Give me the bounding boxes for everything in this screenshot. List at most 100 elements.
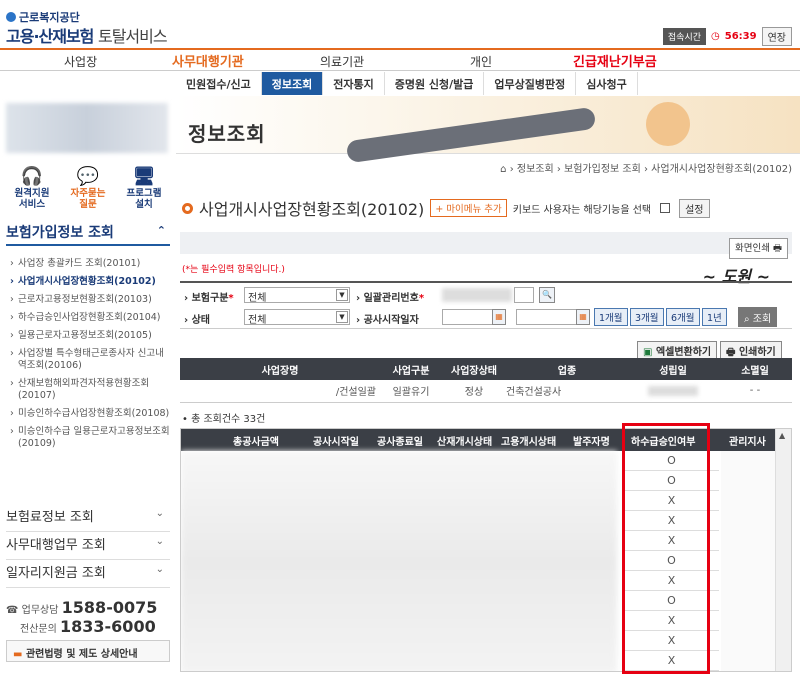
sidebar-item[interactable]: 산재보험해외파견자적용현황조회(20107) [10, 378, 172, 402]
result-count: • 총 조회건수 33건 [182, 414, 266, 425]
topnav-personal[interactable]: 개인 [470, 53, 492, 70]
chevron-down-icon: ▼ [336, 289, 348, 301]
cell-established [628, 380, 718, 403]
tab-certificate[interactable]: 증명원 신청/발급 [385, 72, 485, 95]
phone-icon: ☎ [6, 605, 19, 616]
sidebar-item[interactable]: 일용근로자고용정보조회(20105) [10, 330, 172, 342]
page-title-row: 사업개시사업장현황조회(20102) + 마이메뉴 추가 키보드 사용자는 해당… [182, 196, 710, 220]
mgmt-number-input[interactable] [514, 287, 534, 303]
chevron-down-icon: ⌄ [155, 508, 164, 519]
period-1y-button[interactable]: 1년 [702, 308, 727, 326]
contact-info: ☎ 업무상담 1588-0075 전산문의 1833-6000 [6, 598, 158, 636]
grid-scrollbar[interactable]: ▲ [775, 429, 791, 671]
highlight-box [622, 423, 710, 674]
period-1m-button[interactable]: 1개월 [594, 308, 628, 326]
period-3m-button[interactable]: 3개월 [630, 308, 664, 326]
quick-faq[interactable]: 💬 자주묻는 질문 [62, 166, 114, 210]
cell-industry: 건축건설공사 [506, 380, 628, 403]
table-row[interactable]: /건설일괄 일괄유기 정상 건축건설공사 - - [180, 380, 792, 403]
col-industry: 업종 [506, 358, 628, 380]
user-info-redacted [6, 103, 168, 153]
session-timer: 56:39 [724, 31, 757, 42]
tab-info[interactable]: 정보조회 [261, 72, 324, 95]
tab-review[interactable]: 심사청구 [576, 72, 638, 95]
law-link[interactable]: ▬ 관련법령 및 제도 상세안내 [6, 640, 170, 662]
sidebar-subsidy[interactable]: 일자리지원금 조회 ⌄ [6, 562, 170, 588]
chevron-up-icon: ⌃ [156, 224, 166, 237]
sidebar-agency[interactable]: 사무대행업무 조회 ⌄ [6, 534, 170, 560]
period-6m-button[interactable]: 6개월 [666, 308, 700, 326]
table-header-row: 사업장명 사업구분 사업장상태 업종 성립일 소멸일 [180, 358, 792, 380]
required-note: (*는 필수입력 항목입니다.) [182, 265, 285, 275]
girl-illustration [646, 102, 690, 146]
col-established: 성립일 [628, 358, 718, 380]
cell-status: 정상 [442, 380, 506, 403]
search-form: › 보험구분* 전체 ▼ › 일괄관리번호* 🔍 › 상태 전체 ▼ › 공사시작일… [180, 281, 792, 329]
grid-col-end: 공사종료일 [377, 437, 423, 448]
extend-button[interactable]: 연장 [761, 27, 792, 46]
top-nav: 사업장 사무대행기관 의료기관 개인 긴급재난기부금 [0, 48, 800, 71]
sidebar-section-title[interactable]: 보험가입정보 조회 ⌃ [6, 222, 170, 246]
search-icon[interactable]: 🔍 [539, 287, 555, 303]
setting-button[interactable]: 설정 [679, 198, 710, 218]
sub-nav: 민원접수/신고 정보조회 전자통지 증명원 신청/발급 업무상질병판정 심사청구 [176, 72, 638, 95]
printer-icon: 🖶 [726, 347, 736, 358]
cell-workplace-name: /건설일괄 [180, 380, 380, 403]
sidebar-item[interactable]: 미승인하수급 일용근로자고용정보조회(20109) [10, 426, 172, 450]
page-title: 사업개시사업장현황조회(20102) [199, 200, 425, 219]
col-business-type: 사업구분 [380, 358, 442, 380]
tab-notice[interactable]: 전자통지 [323, 72, 385, 95]
topnav-agency[interactable]: 사무대행기관 [172, 51, 244, 70]
keyboard-checkbox[interactable] [660, 203, 671, 213]
quick-remote[interactable]: 🎧 원격지원 서비스 [6, 166, 58, 210]
insurance-select[interactable]: 전체 ▼ [244, 287, 350, 304]
phone2: 1833-6000 [60, 617, 156, 636]
cell-business-type: 일괄유기 [380, 380, 442, 403]
search-icon: ⌕ [744, 314, 750, 325]
sidebar-item[interactable]: 사업장별 특수형태근로종사자 신고내역조회(20106) [10, 348, 172, 372]
chevron-down-icon: ⌄ [155, 536, 164, 547]
site-title[interactable]: 고용·산재보험 토탈서비스 [6, 23, 168, 47]
logo-mark-icon [6, 12, 16, 22]
sidebar-premium[interactable]: 보험료정보 조회 ⌄ [6, 506, 170, 532]
sidebar-item[interactable]: 사업장 총괄카드 조회(20101) [10, 258, 172, 270]
home-icon[interactable]: ⌂ [500, 164, 506, 175]
mgmt-label: › 일괄관리번호* [356, 293, 425, 304]
chevron-down-icon: ⌄ [155, 564, 164, 575]
book-icon: ▬ [13, 649, 23, 660]
col-status: 사업장상태 [442, 358, 506, 380]
quick-program[interactable]: 🖥 프로그램 설치 [118, 166, 170, 210]
sidebar-item[interactable]: 근로자고용정보현황조회(20103) [10, 294, 172, 306]
topnav-workplace[interactable]: 사업장 [64, 53, 97, 70]
sidebar-list: 사업장 총괄카드 조회(20101) 사업개시사업장현황조회(20102) 근로… [10, 258, 172, 456]
session-area: 접속시간 ◷ 56:39 연장 [662, 27, 792, 46]
quick-links: 🎧 원격지원 서비스 💬 자주묻는 질문 🖥 프로그램 설치 [6, 166, 170, 210]
toolbar-band [180, 232, 792, 254]
sidebar-item-active[interactable]: 사업개시사업장현황조회(20102) [10, 276, 172, 288]
print-screen-button[interactable]: 화면인쇄 🖶 [729, 238, 788, 259]
tab-disease[interactable]: 업무상질병판정 [484, 72, 577, 95]
insurance-label: › 보험구분* [184, 293, 234, 304]
page-banner: 정보조회 [176, 96, 800, 164]
headset-icon: 🎧 [20, 166, 44, 187]
sidebar-item[interactable]: 하수급승인사업장현황조회(20104) [10, 312, 172, 324]
sidebar-item[interactable]: 미승인하수급사업장현황조회(20108) [10, 408, 172, 420]
chat-icon: 💬 [76, 166, 100, 187]
tab-civil[interactable]: 민원접수/신고 [176, 72, 262, 95]
scroll-up-icon[interactable]: ▲ [779, 431, 785, 440]
site-title-sub: 토탈서비스 [97, 27, 168, 46]
branch-column [721, 451, 775, 671]
phone1: 1588-0075 [61, 598, 158, 617]
topnav-emergency[interactable]: 긴급재난기부금 [573, 51, 657, 70]
calendar-icon[interactable]: ▦ [492, 309, 506, 325]
calendar-icon[interactable]: ▦ [576, 309, 590, 325]
form-row-2: › 상태 전체 ▼ › 공사시작일자 ▦ ▦ 1개월 3개월 6개월 1년 ⌕ 조… [180, 307, 792, 329]
add-mymenu-button[interactable]: + 마이메뉴 추가 [430, 199, 507, 217]
search-button[interactable]: ⌕ 조회 [738, 307, 778, 327]
topnav-medical[interactable]: 의료기관 [320, 53, 364, 70]
site-title-main: 고용·산재보험 [6, 27, 94, 46]
mgmt-number-redacted [442, 288, 512, 302]
col-closed: 소멸일 [718, 358, 792, 380]
status-select[interactable]: 전체 ▼ [244, 309, 350, 326]
grid-col-amount: 총공사금액 [233, 437, 279, 448]
